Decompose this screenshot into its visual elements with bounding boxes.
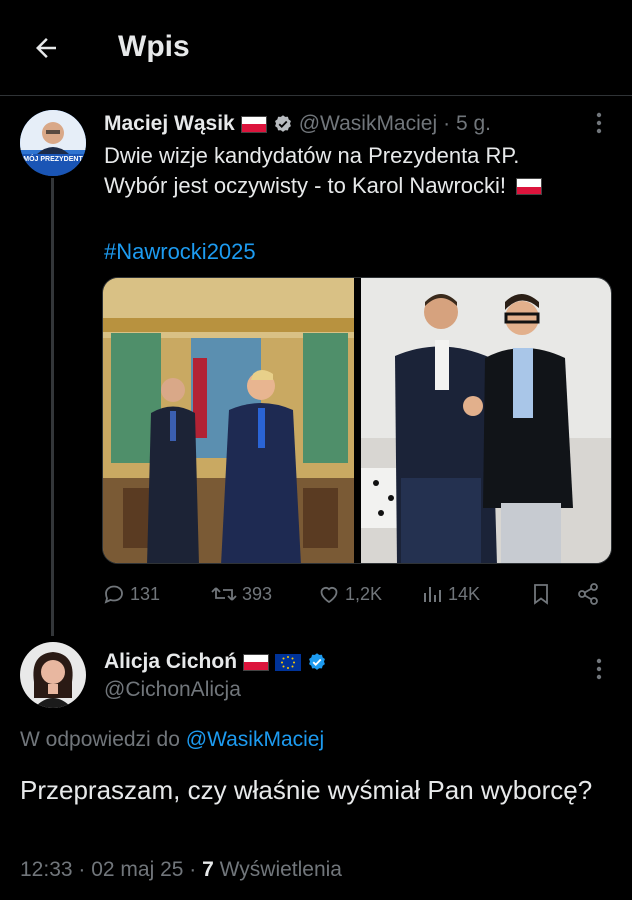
tweet-time[interactable]: · 5 g. (443, 112, 491, 136)
author-handle[interactable]: @WasikMaciej (299, 112, 437, 136)
tweet-text: Dwie wizje kandydatów na Prezydenta RP. … (104, 141, 614, 201)
reply-author-avatar[interactable] (20, 642, 86, 708)
avatar-portrait-icon (20, 642, 86, 708)
tweet-text-line2-wrap: Wybór jest oczywisty - to Karol Nawrocki… (104, 171, 614, 201)
reply-more-options-button[interactable] (584, 654, 614, 684)
poland-flag-icon (243, 653, 270, 671)
like-count: 1,2K (345, 583, 383, 604)
reply-context: W odpowiedzi do @WasikMaciej (20, 728, 324, 752)
poland-flag-icon (516, 178, 543, 195)
reply-text: Przepraszam, czy właśnie wyśmiał Pan wyb… (20, 775, 593, 805)
reply-header: Alicja Cichoń (104, 648, 327, 676)
eu-flag-icon (275, 653, 302, 671)
like-button[interactable]: 1,2K (317, 578, 382, 610)
share-icon (578, 583, 598, 605)
reply-author-handle[interactable]: @CichonAlicja (104, 678, 241, 702)
tweet-text-line2: Wybór jest oczywisty - to Karol Nawrocki… (104, 173, 507, 198)
repost-button[interactable]: 393 (210, 578, 272, 610)
reply-meta: 12:33 · 02 maj 25 · 7 Wyświetlenia (20, 858, 342, 882)
share-button[interactable] (576, 578, 600, 610)
verified-badge-icon (274, 115, 291, 132)
arrow-left-icon (36, 38, 56, 58)
photo-left[interactable] (103, 278, 354, 563)
reply-button[interactable]: 131 (102, 578, 160, 610)
reply-context-handle[interactable]: @WasikMaciej (186, 728, 324, 751)
views-chart-icon (424, 587, 441, 602)
views-button[interactable]: 14K (422, 578, 480, 610)
reply-author-name[interactable]: Alicja Cichoń (104, 650, 237, 674)
avatar-banner: MÓJ PREZYDENT (23, 156, 83, 163)
reply-bubble-icon (104, 585, 123, 604)
reply-views-count: 7 (202, 858, 214, 881)
bookmark-icon (534, 584, 548, 605)
heart-icon (320, 586, 338, 604)
reply-views-label: Wyświetlenia (219, 858, 342, 881)
tweet-actions: 131 393 1,2K 14K (102, 578, 612, 610)
back-button[interactable] (26, 28, 66, 68)
avatar-portrait-icon (20, 110, 86, 176)
photo-right[interactable] (361, 278, 611, 563)
media-grid (102, 277, 612, 564)
reply-count: 131 (130, 583, 161, 604)
views-count: 14K (448, 583, 481, 604)
verified-badge-icon (309, 653, 325, 670)
poland-flag-icon (240, 115, 267, 133)
more-vertical-icon (596, 658, 602, 680)
tweet-header: Maciej Wąsik @WasikMaciej · 5 g. (104, 110, 491, 138)
reply-timestamp[interactable]: 12:33 · 02 maj 25 · (20, 858, 196, 881)
author-name[interactable]: Maciej Wąsik (104, 112, 235, 136)
bookmark-button[interactable] (530, 578, 552, 610)
page-title: Wpis (118, 30, 190, 63)
top-bar: Wpis (0, 0, 632, 96)
tweet-text-line1: Dwie wizje kandydatów na Prezydenta RP. (104, 143, 520, 168)
hashtag-link[interactable]: #Nawrocki2025 (104, 237, 256, 267)
more-options-button[interactable] (584, 108, 614, 138)
repost-count: 393 (242, 583, 273, 604)
repost-icon (211, 587, 237, 601)
reply-context-prefix: W odpowiedzi do (20, 728, 180, 751)
author-avatar[interactable]: MÓJ PREZYDENT (20, 110, 86, 176)
more-vertical-icon (596, 112, 602, 134)
thread-line (51, 178, 54, 636)
